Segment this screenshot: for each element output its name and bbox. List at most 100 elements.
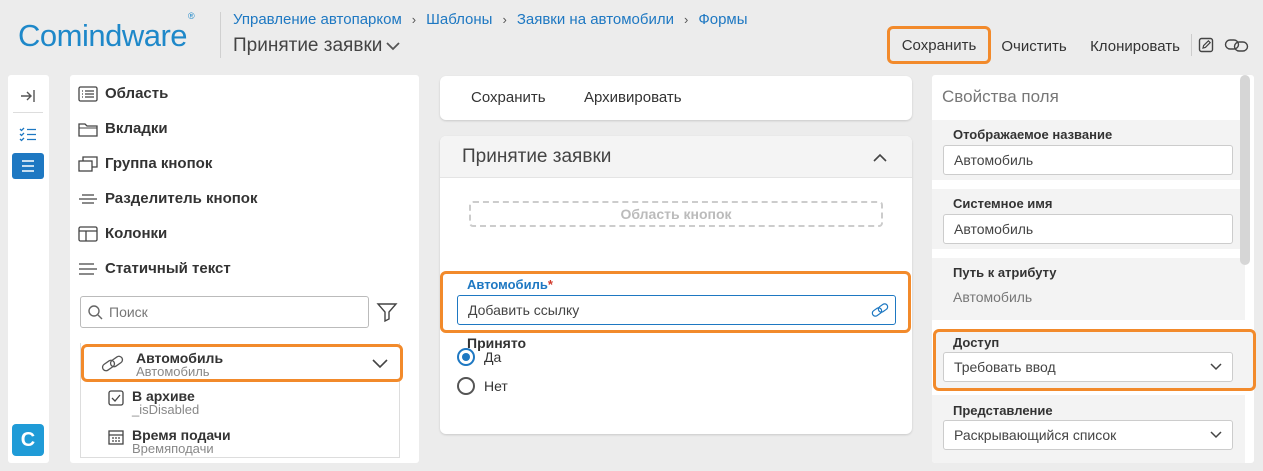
prop-label: Отображаемое название	[953, 127, 1113, 142]
search-icon	[87, 304, 103, 320]
page-title-text: Принятие заявки	[233, 35, 383, 56]
tool-item-static-text[interactable]: Статичный текст	[78, 251, 231, 286]
prop-access: Доступ Требовать ввод	[933, 329, 1256, 391]
prop-display-name: Отображаемое название Автомобиль	[932, 120, 1245, 180]
area-icon	[78, 85, 98, 102]
attribute-item-selected[interactable]: Автомобиль Автомобиль	[81, 344, 403, 382]
card-title: Принятие заявки	[462, 146, 612, 167]
tool-item-label: Группа кнопок	[105, 155, 213, 172]
header-clear-button[interactable]: Очистить	[996, 32, 1072, 60]
properties-scrollbar[interactable]	[1240, 75, 1250, 265]
chevron-down-icon[interactable]	[372, 359, 388, 369]
breadcrumb-item-fleet[interactable]: Управление автопарком	[233, 11, 402, 28]
chevron-down-icon	[1210, 363, 1222, 371]
link-icon	[101, 354, 125, 374]
tool-item-label: Разделитель кнопок	[105, 190, 258, 207]
header-divider	[220, 12, 221, 58]
list-item[interactable]: В архиве _isDisabled	[81, 380, 399, 417]
required-mark: *	[547, 277, 553, 292]
page-title[interactable]: Принятие заявки	[233, 35, 401, 57]
link-input-placeholder: Добавить ссылку	[468, 302, 580, 318]
tool-item-label: Статичный текст	[105, 260, 231, 277]
tool-item-columns[interactable]: Колонки	[78, 216, 167, 251]
link-icon[interactable]	[1224, 37, 1250, 53]
tool-item-label: Колонки	[105, 225, 168, 242]
field-label: Автомобиль*	[467, 277, 553, 292]
breadcrumb-separator: ›	[411, 12, 417, 27]
system-name-input[interactable]: Автомобиль	[943, 214, 1233, 244]
app-logo: Comindware®	[18, 10, 195, 53]
chevron-up-icon[interactable]	[873, 153, 887, 162]
checklist-icon[interactable]	[12, 121, 44, 147]
columns-icon	[78, 225, 98, 242]
button-group-icon	[78, 155, 98, 172]
tool-item-area[interactable]: Область	[78, 76, 168, 111]
header-save-button[interactable]: Сохранить	[887, 26, 991, 64]
left-rail: C	[8, 75, 49, 463]
chevron-down-icon	[1210, 431, 1222, 439]
breadcrumb-item-forms[interactable]: Формы	[698, 11, 747, 28]
static-text-icon	[78, 261, 98, 277]
search-placeholder: Поиск	[109, 304, 148, 320]
properties-panel: Свойства поля Отображаемое название Авто…	[932, 75, 1254, 463]
button-area-placeholder[interactable]: Область кнопок	[469, 201, 883, 227]
prop-system-name: Системное имя Автомобиль	[932, 189, 1245, 249]
prop-label: Доступ	[953, 335, 1000, 350]
view-select[interactable]: Раскрывающийся список	[943, 420, 1233, 450]
radio-option-label: Да	[484, 349, 502, 365]
tool-item-label: Область	[105, 85, 169, 102]
access-select[interactable]: Требовать ввод	[943, 352, 1233, 382]
tool-item-tabs[interactable]: Вкладки	[78, 111, 168, 146]
prop-attribute-path: Путь к атрибуту Автомобиль	[932, 258, 1245, 320]
properties-title: Свойства поля	[942, 87, 1059, 106]
tool-item-button-separator[interactable]: Разделитель кнопок	[78, 181, 257, 216]
display-name-input[interactable]: Автомобиль	[943, 145, 1233, 175]
radio-option-no[interactable]: Нет	[457, 377, 508, 395]
collapse-panel-icon[interactable]	[12, 83, 44, 109]
attribute-system-name: Времяподачи	[132, 441, 214, 456]
folder-icon	[78, 121, 98, 137]
form-archive-button[interactable]: Архивировать	[584, 89, 682, 106]
chevron-down-icon	[386, 41, 401, 51]
rail-divider	[13, 112, 43, 113]
radio-selected-icon[interactable]	[457, 348, 475, 366]
breadcrumb: Управление автопарком › Шаблоны › Заявки…	[233, 11, 748, 28]
filter-icon[interactable]	[376, 301, 398, 323]
card-header[interactable]: Принятие заявки	[440, 136, 912, 178]
attribute-system-name: Автомобиль	[136, 364, 210, 379]
checkbox-icon	[108, 390, 124, 406]
tool-item-button-group[interactable]: Группа кнопок	[78, 146, 212, 181]
form-toolbar: Сохранить Архивировать	[440, 76, 912, 120]
toolbox-panel: Область Вкладки Группа кнопок Разделител…	[70, 75, 419, 463]
breadcrumb-separator: ›	[684, 12, 689, 27]
edit-icon[interactable]	[1198, 37, 1214, 53]
prop-view: Представление Раскрывающийся список	[932, 395, 1245, 463]
prop-label: Системное имя	[953, 196, 1053, 211]
field-automobile[interactable]: Автомобиль* Добавить ссылку	[440, 271, 911, 333]
breadcrumb-item-requests[interactable]: Заявки на автомобили	[517, 11, 674, 28]
radio-option-label: Нет	[484, 378, 508, 394]
attribute-path-value: Автомобиль	[953, 289, 1033, 305]
toolbar-divider	[1191, 34, 1192, 56]
separator-icon	[78, 191, 98, 207]
tool-item-label: Вкладки	[105, 120, 168, 137]
header-clone-button[interactable]: Клонировать	[1082, 32, 1188, 60]
attribute-name: Время подачи	[132, 427, 231, 443]
form-save-button[interactable]: Сохранить	[471, 89, 546, 106]
radio-unselected-icon[interactable]	[457, 377, 475, 395]
breadcrumb-separator: ›	[502, 12, 507, 27]
breadcrumb-item-templates[interactable]: Шаблоны	[426, 11, 492, 28]
prop-label: Представление	[953, 403, 1053, 418]
list-item[interactable]: Время подачи Времяподачи	[81, 415, 399, 456]
link-icon[interactable]	[871, 302, 889, 318]
radio-option-yes[interactable]: Да	[457, 348, 501, 366]
attribute-name: Автомобиль	[136, 350, 224, 366]
prop-label: Путь к атрибуту	[953, 265, 1057, 280]
link-input[interactable]: Добавить ссылку	[457, 295, 896, 325]
search-input[interactable]: Поиск	[80, 296, 369, 328]
form-structure-icon[interactable]	[12, 153, 44, 179]
app-header: Comindware® Управление автопарком › Шабл…	[0, 0, 1263, 72]
calendar-icon	[108, 429, 124, 445]
button-area-label: Область кнопок	[620, 206, 732, 222]
app-badge-icon[interactable]: C	[12, 424, 44, 456]
